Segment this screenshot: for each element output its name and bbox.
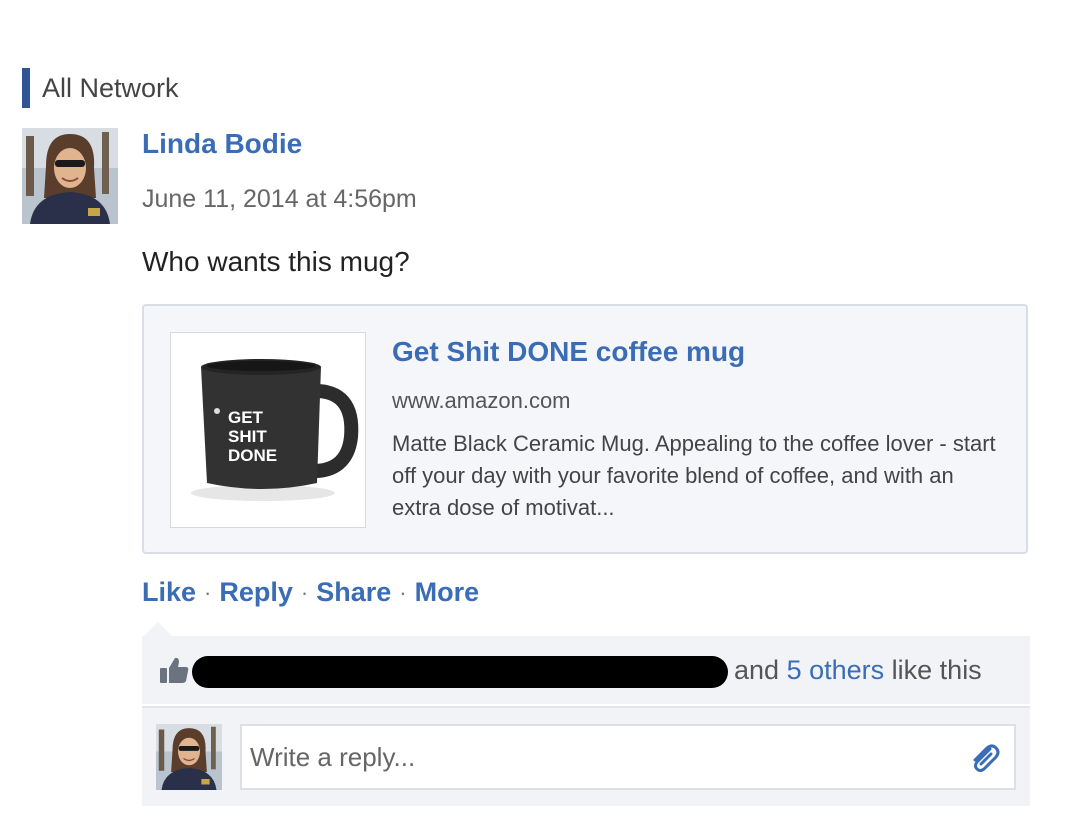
link-preview-domain: www.amazon.com [392,388,571,413]
post-timestamp[interactable]: June 11, 2014 at 4:56pm [142,185,417,214]
feed-header-accent-bar [22,68,30,108]
likes-others-link[interactable]: 5 others [787,655,885,685]
more-action[interactable]: More [415,577,480,608]
reply-input[interactable] [240,724,1016,790]
author-avatar[interactable] [22,128,118,224]
likes-box-caret [144,622,172,636]
thumbs-up-icon [158,654,190,686]
feed-header: All Network [22,68,179,108]
action-separator: · [399,579,407,605]
link-preview-thumbnail[interactable]: GET SHIT DONE [170,332,366,528]
likes-text: and 5 others like this [734,655,982,686]
likes-suffix: like this [891,655,982,685]
redacted-names [192,656,728,688]
link-preview-title[interactable]: Get Shit DONE coffee mug [392,336,745,368]
post-author-name[interactable]: Linda Bodie [142,128,302,160]
share-action[interactable]: Share [316,577,391,608]
mug-text-line-2: SHIT [228,427,267,446]
link-preview-description: Matte Black Ceramic Mug. Appealing to th… [392,431,996,520]
link-preview-card[interactable]: GET SHIT DONE Get Shit DONE coffee mug w… [142,304,1028,554]
mug-text-line-3: DONE [228,446,277,465]
likes-summary: and 5 others like this [142,622,1030,704]
likes-connector: and [734,655,780,685]
current-user-avatar[interactable] [156,724,222,790]
action-separator: · [300,579,309,605]
post-message: Who wants this mug? [142,246,410,277]
reply-action[interactable]: Reply [219,577,293,608]
action-separator: · [204,579,212,605]
reply-composer [142,706,1030,806]
paperclip-icon[interactable] [966,740,1002,776]
like-action[interactable]: Like [142,577,196,608]
mug-text-line-1: GET [228,408,264,427]
feed-title: All Network [42,72,179,103]
post-actions: Like · Reply · Share · More [142,577,479,608]
